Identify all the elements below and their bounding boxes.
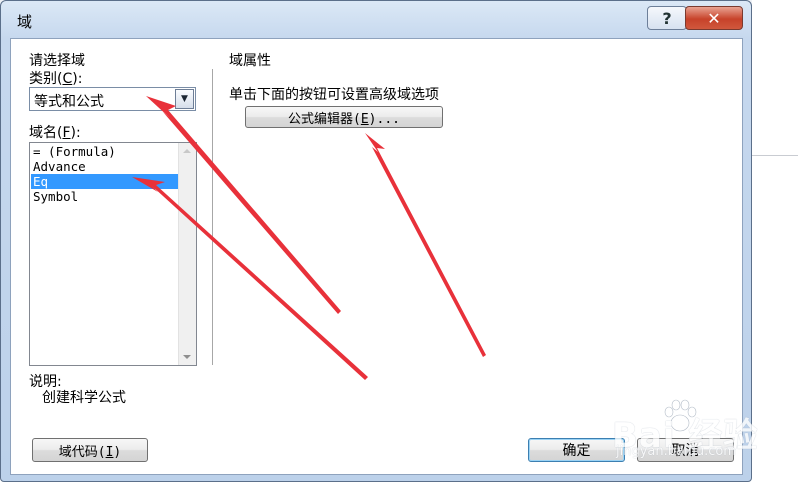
category-label: 类别(C): [29, 71, 83, 87]
field-codes-label: 域代码(I) [58, 444, 122, 460]
field-name-label: 域名(F): [29, 125, 81, 141]
dialog-title: 域 [17, 13, 33, 31]
chevron-down-icon[interactable]: ▼ [175, 89, 194, 109]
scroll-up-icon[interactable] [183, 149, 191, 153]
select-field-group-title: 请选择域 [29, 53, 85, 69]
close-button[interactable]: ✕ [685, 6, 743, 30]
list-scrollbar[interactable] [178, 143, 196, 365]
panel-divider [212, 69, 213, 365]
help-icon: ? [662, 8, 672, 28]
title-bar[interactable]: 域 ? ✕ [1, 1, 751, 39]
list-item[interactable]: = (Formula) [31, 144, 179, 159]
watermark-url: jingyan.baidu.com [616, 444, 736, 459]
category-select[interactable]: 等式和公式 ▼ [29, 87, 196, 111]
field-codes-button[interactable]: 域代码(I) [32, 438, 148, 462]
background-divider [752, 155, 798, 156]
list-item-selected[interactable]: Eq [31, 174, 179, 189]
scroll-down-icon[interactable] [183, 355, 191, 359]
field-properties-group-title: 域属性 [229, 53, 271, 69]
background-document [752, 0, 798, 484]
list-item[interactable]: Symbol [31, 189, 179, 204]
category-select-value: 等式和公式 [34, 94, 104, 110]
advanced-options-hint: 单击下面的按钮可设置高级域选项 [229, 87, 439, 103]
ok-button[interactable]: 确定 [528, 438, 625, 462]
equation-editor-label: 公式编辑器(E)... [288, 111, 400, 127]
description-text: 创建科学公式 [42, 390, 126, 406]
equation-editor-button[interactable]: 公式编辑器(E)... [245, 106, 443, 128]
field-name-list[interactable]: = (Formula) Advance Eq Symbol [29, 142, 197, 366]
close-icon: ✕ [707, 8, 721, 28]
help-button[interactable]: ? [647, 6, 687, 30]
list-item[interactable]: Advance [31, 159, 179, 174]
